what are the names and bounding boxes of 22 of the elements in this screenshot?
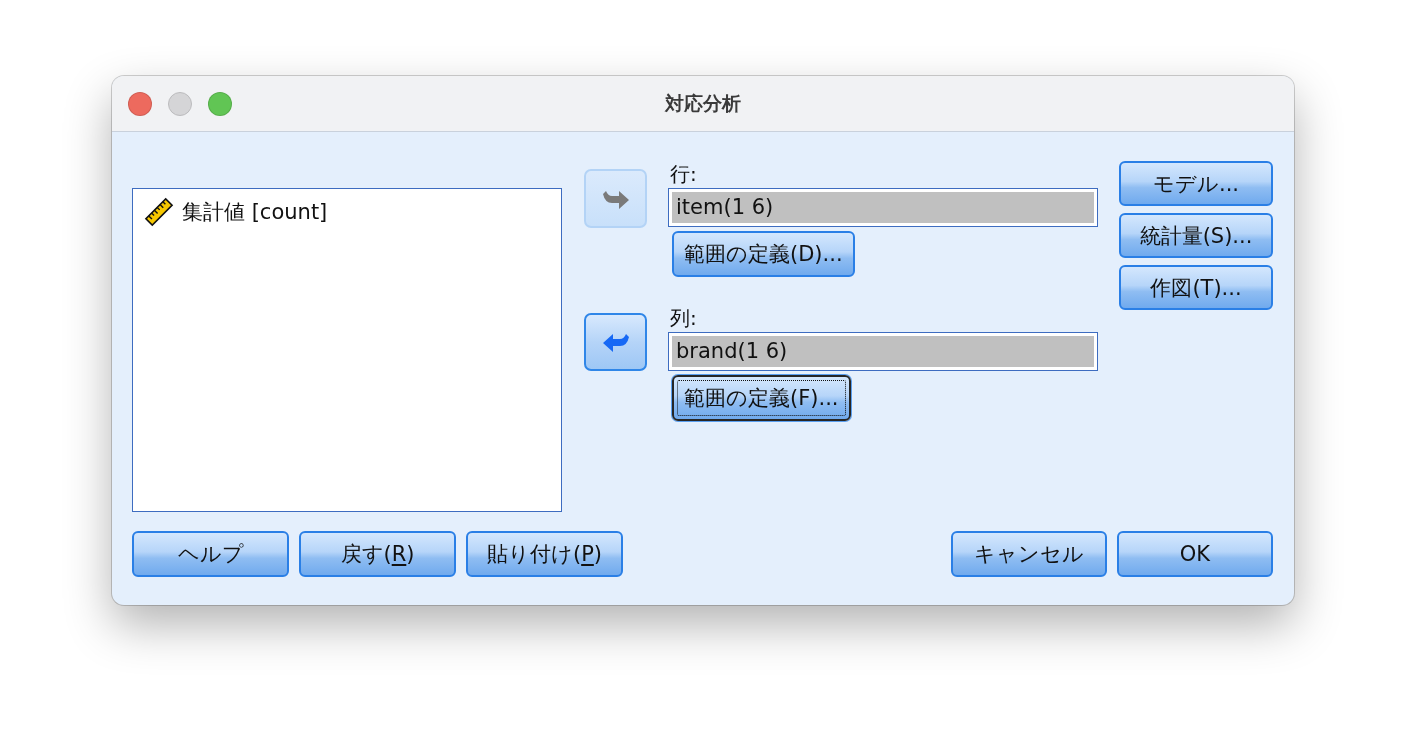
field-label: 列: — [669, 305, 697, 332]
dialog-button[interactable]: 範囲の定義(D)... — [672, 231, 855, 277]
arrow-icon — [602, 188, 629, 209]
window-title: 対応分析 — [665, 90, 741, 116]
move-button[interactable] — [584, 313, 647, 371]
dialog-button[interactable]: 貼り付け(P) — [466, 531, 623, 577]
variable-list[interactable]: 集計値 [count] — [132, 188, 562, 512]
dialog-button[interactable]: 統計量(S)... — [1119, 213, 1273, 258]
arrow-icon — [602, 332, 629, 352]
dialog-button[interactable]: モデル... — [1119, 161, 1273, 206]
text-field[interactable]: brand(1 6) — [668, 332, 1098, 371]
field-label: 行: — [669, 161, 697, 188]
close-button[interactable] — [128, 91, 152, 116]
dialog-button[interactable]: 戻す(R) — [299, 531, 456, 577]
text-field[interactable]: item(1 6) — [668, 188, 1098, 227]
dialog-button[interactable]: ヘルプ — [132, 531, 289, 577]
dialog-button[interactable]: OK — [1117, 531, 1273, 577]
dialog-button[interactable]: 作図(T)... — [1119, 265, 1273, 310]
dialog-button[interactable]: 範囲の定義(F)... — [672, 375, 851, 421]
dialog-button[interactable]: キャンセル — [951, 531, 1107, 577]
list-item[interactable]: 集計値 [count] — [144, 197, 328, 227]
zoom-button[interactable] — [208, 91, 232, 116]
